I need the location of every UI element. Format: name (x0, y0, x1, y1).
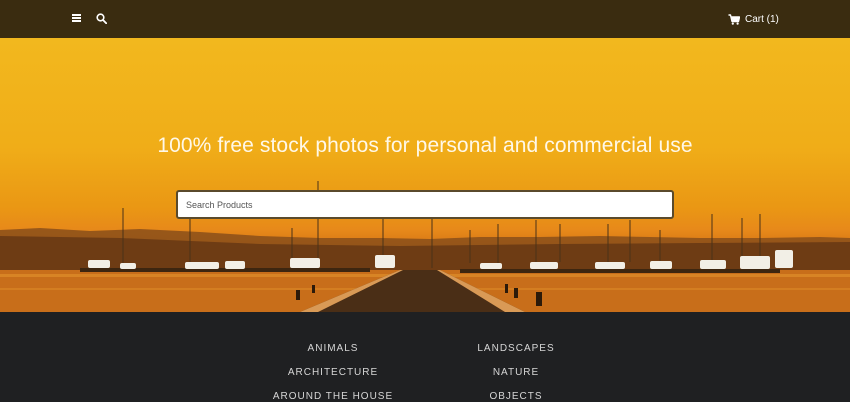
cart-button[interactable]: Cart (1) (728, 13, 779, 25)
category-link-around-the-house[interactable]: AROUND THE HOUSE (273, 391, 393, 402)
shopping-cart-icon (728, 13, 740, 25)
hero-title: 100% free stock photos for personal and … (157, 134, 693, 157)
category-link-animals[interactable]: ANIMALS (308, 343, 359, 354)
category-link-objects[interactable]: OBJECTS (489, 391, 542, 402)
hero-banner: 100% free stock photos for personal and … (0, 38, 850, 312)
category-footer: ANIMALS ARCHITECTURE AROUND THE HOUSE LA… (0, 312, 850, 402)
category-link-landscapes[interactable]: LANDSCAPES (477, 343, 554, 354)
category-link-architecture[interactable]: ARCHITECTURE (288, 367, 378, 378)
search-products-input[interactable] (178, 192, 672, 217)
search-products-box (176, 190, 674, 219)
category-link-nature[interactable]: NATURE (493, 367, 539, 378)
hamburger-menu-icon[interactable] (72, 14, 81, 22)
search-icon[interactable] (96, 13, 107, 24)
top-navigation-bar: Cart (1) (0, 0, 850, 38)
cart-label: Cart (1) (745, 13, 779, 25)
harbor-sunset-image (0, 181, 850, 312)
